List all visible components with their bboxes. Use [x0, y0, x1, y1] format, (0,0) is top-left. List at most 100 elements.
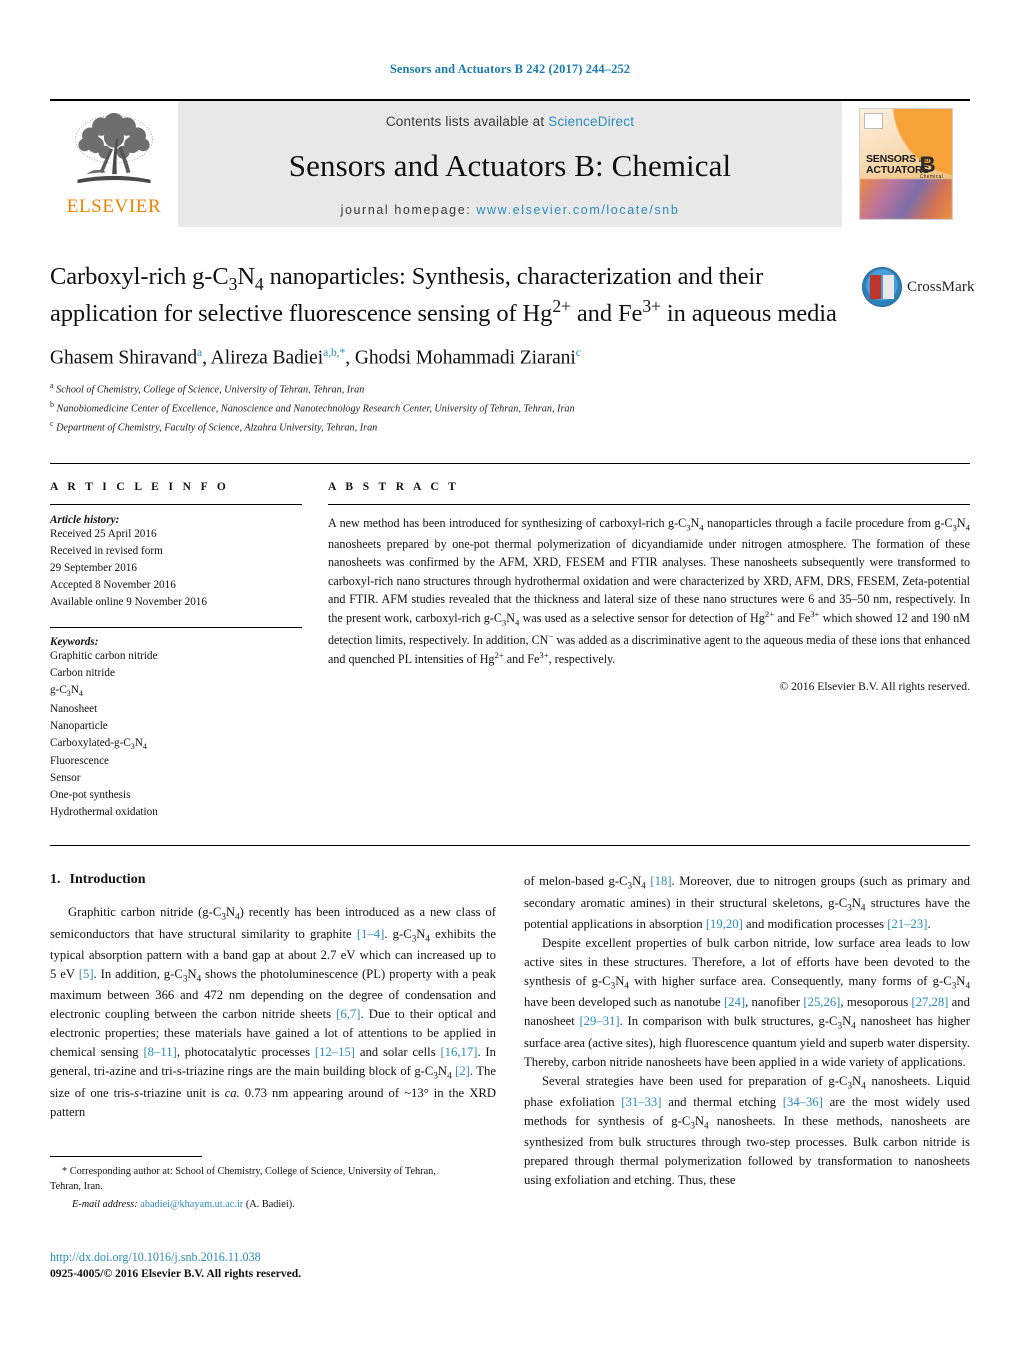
crossmark-badge[interactable]: CrossMark: [862, 263, 974, 311]
divider: [50, 845, 970, 847]
divider: [328, 504, 970, 506]
citation-link[interactable]: [5]: [79, 967, 94, 981]
section-title-text: Introduction: [69, 872, 146, 888]
abstract-heading: A B S T R A C T: [328, 481, 460, 494]
doi-link[interactable]: http://dx.doi.org/10.1016/j.snb.2016.11.…: [50, 1249, 550, 1266]
homepage-prefix: journal homepage:: [340, 203, 477, 217]
paragraph: of melon-based g-C3N4 [18]. Moreover, du…: [524, 874, 970, 931]
issn-copyright-line: 0925-4005/© 2016 Elsevier B.V. All right…: [50, 1266, 302, 1280]
abstract-column: A B S T R A C T A new method has been in…: [328, 481, 970, 821]
footnote-text: * Corresponding author at: School of Che…: [50, 1164, 462, 1195]
citation-link[interactable]: [18]: [650, 874, 671, 888]
article-history-label: Article history:: [50, 514, 120, 527]
body-columns: 1. Introduction Graphitic carbon nitride …: [50, 872, 970, 1190]
email-owner: (A. Badiei).: [245, 1198, 295, 1210]
history-item: 29 September 2016: [50, 562, 137, 575]
keyword-item: Fluorescence: [50, 755, 110, 768]
journal-homepage-link[interactable]: www.elsevier.com/locate/snb: [476, 203, 679, 217]
cover-bottom-art: [860, 179, 952, 219]
crossmark-label: CrossMark: [907, 278, 975, 295]
affiliation-marker: c: [50, 419, 54, 429]
citation-link[interactable]: [8–11]: [143, 1045, 176, 1059]
divider: [50, 627, 302, 629]
citation-link[interactable]: [21–23]: [887, 917, 927, 931]
affiliation-marker: a: [50, 381, 54, 391]
contents-prefix: Contents lists available at: [385, 114, 549, 129]
citation-link[interactable]: [27,28]: [911, 995, 948, 1009]
keyword-item: Sensor: [50, 772, 81, 785]
title-seg-5: in aqueous media: [660, 300, 837, 328]
journal-masthead: ELSEVIER Contents lists available at Sci…: [50, 99, 970, 227]
article-info-column: A R T I C L E I N F O Article history: R…: [50, 481, 302, 821]
citation-link[interactable]: [25,26]: [803, 995, 840, 1009]
publisher-logo-block: ELSEVIER: [50, 101, 178, 227]
cover-letter-b: B Chemical: [920, 154, 943, 180]
abstract-text: A new method has been introduced for syn…: [328, 516, 971, 667]
citation-link[interactable]: [16,17]: [440, 1045, 477, 1059]
keyword-item: Carbon nitride: [50, 667, 115, 680]
crossmark-book-right: [883, 275, 894, 299]
footnote-email-line: E-mail address: abadiei@khayam.ut.ac.ir …: [50, 1197, 462, 1212]
body-column-left: 1. Introduction Graphitic carbon nitride …: [50, 872, 496, 1190]
sciencedirect-link[interactable]: ScienceDirect: [548, 114, 634, 129]
journal-homepage-line: journal homepage: www.elsevier.com/locat…: [341, 203, 680, 217]
email-link[interactable]: abadiei@khayam.ut.ac.ir: [140, 1199, 243, 1210]
article-info-heading: A R T I C L E I N F O: [50, 481, 230, 494]
title-seg-4: and Fe: [570, 300, 643, 328]
paragraph: Despite excellent properties of bulk car…: [524, 935, 971, 1069]
keyword-item: Graphitic carbon nitride: [50, 650, 158, 663]
elsevier-wordmark: ELSEVIER: [66, 196, 162, 217]
author-affil-marker: c: [575, 346, 581, 359]
citation-link[interactable]: [24]: [724, 995, 745, 1009]
affiliation-text: School of Chemistry, College of Science,…: [56, 384, 365, 396]
citation-link[interactable]: [12–15]: [315, 1045, 355, 1059]
footnote-divider: [50, 1156, 202, 1157]
title-sup-1: 2+: [552, 296, 571, 317]
page-title: Carboxyl-rich g-C3N4 nanoparticles: Synt…: [50, 261, 970, 330]
title-sup-2: 3+: [642, 296, 661, 317]
affiliation-item: c Department of Chemistry, Faculty of Sc…: [50, 418, 970, 437]
keywords-label: Keywords:: [50, 636, 99, 649]
info-abstract-region: A R T I C L E I N F O Article history: R…: [50, 463, 970, 821]
affiliation-list: a School of Chemistry, College of Scienc…: [50, 380, 970, 437]
paragraph: Graphitic carbon nitride (g-C3N4) recent…: [50, 905, 497, 1119]
citation-link[interactable]: [6,7]: [336, 1007, 360, 1021]
citation-link[interactable]: [29–31]: [579, 1014, 619, 1028]
keywords-list: Graphitic carbon nitride Carbon nitride …: [50, 648, 302, 821]
title-seg-2: N: [237, 263, 255, 290]
title-block: Carboxyl-rich g-C3N4 nanoparticles: Synt…: [50, 261, 974, 437]
email-label: E-mail address:: [72, 1198, 138, 1210]
title-sub-2: 4: [254, 273, 264, 294]
contents-lists-line: Contents lists available at ScienceDirec…: [386, 114, 634, 129]
keyword-item: Carboxylated-g-C3N4: [50, 736, 147, 752]
history-item: Available online 9 November 2016: [50, 596, 207, 609]
keywords-block: Keywords: Graphitic carbon nitride Carbo…: [50, 627, 302, 821]
citation-link[interactable]: [31–33]: [621, 1095, 661, 1109]
citation-link[interactable]: [19,20]: [706, 917, 743, 931]
affiliation-marker: b: [50, 400, 54, 410]
cover-line1: SENSORS: [866, 153, 916, 166]
affiliation-text: Department of Chemistry, Faculty of Scie…: [56, 422, 378, 434]
keyword-item: Nanoparticle: [50, 719, 108, 732]
running-head: Sensors and Actuators B 242 (2017) 244–2…: [389, 62, 631, 76]
affiliation-text: Nanobiomedicine Center of Excellence, Na…: [56, 403, 575, 415]
footnote-body: Corresponding author at: School of Chemi…: [50, 1166, 436, 1193]
history-item: Received 25 April 2016: [50, 528, 157, 541]
abstract-copyright: © 2016 Elsevier B.V. All rights reserved…: [779, 679, 970, 693]
crossmark-icon: [862, 267, 902, 307]
affiliation-item: b Nanobiomedicine Center of Excellence, …: [50, 399, 970, 418]
journal-cover-thumbnail: SENSORS and ACTUATORS B Chemical: [859, 108, 953, 220]
elsevier-tree-logo: [75, 112, 153, 184]
masthead-center: Contents lists available at ScienceDirec…: [178, 101, 842, 227]
section-number: 1.: [50, 872, 61, 888]
keyword-item: g-C3N4: [50, 684, 83, 699]
cover-elsevier-badge-icon: [864, 113, 883, 129]
paragraph: Several strategies have been used for pr…: [524, 1073, 970, 1188]
citation-link[interactable]: [34–36]: [783, 1095, 823, 1109]
affiliation-item: a School of Chemistry, College of Scienc…: [50, 380, 970, 399]
author-affil-marker: a,b,*: [323, 346, 346, 359]
footnote-marker: *: [62, 1166, 68, 1177]
citation-link[interactable]: [1–4]: [357, 927, 384, 941]
citation-link[interactable]: [2]: [455, 1064, 470, 1078]
divider: [50, 504, 302, 506]
